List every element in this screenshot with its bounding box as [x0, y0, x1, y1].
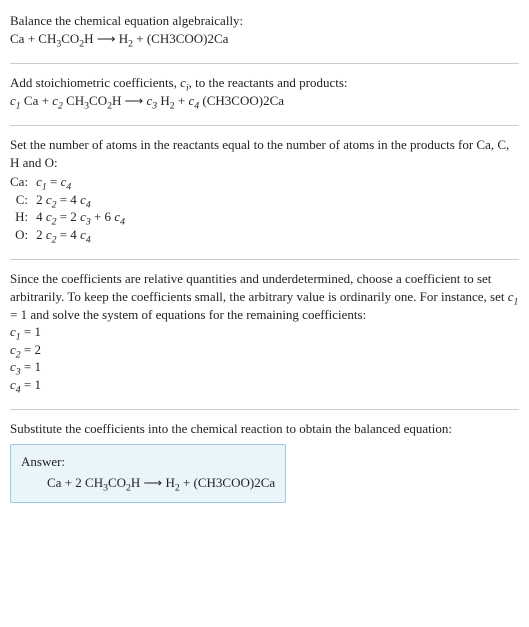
eq-value: 4 c2 = 2 c3 + 6 c4	[36, 208, 125, 226]
reactant-1: Ca	[10, 31, 24, 46]
eq-value: 2 c2 = 4 c4	[36, 191, 125, 209]
step1-text: Add stoichiometric coefficients, ci, to …	[10, 74, 519, 92]
answer-box: Answer: Ca + 2 CH3CO2H ⟶ H2 + (CH3COO)2C…	[10, 444, 286, 503]
arrow-icon: ⟶	[140, 475, 165, 490]
answer-equation: Ca + 2 CH3CO2H ⟶ H2 + (CH3COO)2Ca	[21, 474, 275, 492]
eq-row-C: C: 2 c2 = 4 c4	[10, 191, 125, 209]
reactant-2: CH3CO2H	[38, 31, 93, 46]
plus: +	[24, 31, 38, 46]
divider	[10, 259, 519, 260]
divider	[10, 63, 519, 64]
step3-text: Since the coefficients are relative quan…	[10, 270, 519, 323]
step-answer: Substitute the coefficients into the che…	[10, 416, 519, 507]
step-coeffs: Add stoichiometric coefficients, ci, to …	[10, 70, 519, 119]
arrow-icon: ⟶	[94, 31, 119, 46]
header-equation: Ca + CH3CO2H ⟶ H2 + (CH3COO)2Ca	[10, 30, 519, 48]
eq-label: Ca:	[10, 173, 36, 191]
sol-c4: c4 = 1	[10, 376, 519, 394]
eq-row-H: H: 4 c2 = 2 c3 + 6 c4	[10, 208, 125, 226]
sol-c3: c3 = 1	[10, 358, 519, 376]
eq-label: O:	[10, 226, 36, 244]
product-1: H2	[119, 31, 133, 46]
coef-c3: c3	[147, 93, 158, 108]
step4-intro: Substitute the coefficients into the che…	[10, 420, 519, 438]
answer-label: Answer:	[21, 453, 275, 471]
sol-c1: c1 = 1	[10, 323, 519, 341]
divider	[10, 125, 519, 126]
coef-c1: c1	[10, 93, 21, 108]
step-atoms: Set the number of atoms in the reactants…	[10, 132, 519, 253]
element-equations: Ca: c1 = c4 C: 2 c2 = 4 c4 H: 4 c2 = 2 c…	[10, 173, 125, 243]
product-2: (CH3COO)2Ca	[147, 31, 229, 46]
eq-row-O: O: 2 c2 = 4 c4	[10, 226, 125, 244]
solution-list: c1 = 1 c2 = 2 c3 = 1 c4 = 1	[10, 323, 519, 393]
eq-value: 2 c2 = 4 c4	[36, 226, 125, 244]
eq-row-Ca: Ca: c1 = c4	[10, 173, 125, 191]
c1-symbol: c1	[508, 289, 519, 304]
step-solve: Since the coefficients are relative quan…	[10, 266, 519, 403]
coef-c4: c4	[189, 93, 200, 108]
header-section: Balance the chemical equation algebraica…	[10, 8, 519, 57]
coef-c2: c2	[52, 93, 63, 108]
step1-equation: c1 Ca + c2 CH3CO2H ⟶ c3 H2 + c4 (CH3COO)…	[10, 92, 519, 110]
step2-intro: Set the number of atoms in the reactants…	[10, 136, 519, 171]
divider	[10, 409, 519, 410]
eq-value: c1 = c4	[36, 173, 125, 191]
plus: +	[133, 31, 147, 46]
header-title: Balance the chemical equation algebraica…	[10, 12, 519, 30]
arrow-icon: ⟶	[121, 93, 146, 108]
eq-label: H:	[10, 208, 36, 226]
ci-symbol: ci	[180, 75, 189, 90]
eq-label: C:	[10, 191, 36, 209]
sol-c2: c2 = 2	[10, 341, 519, 359]
